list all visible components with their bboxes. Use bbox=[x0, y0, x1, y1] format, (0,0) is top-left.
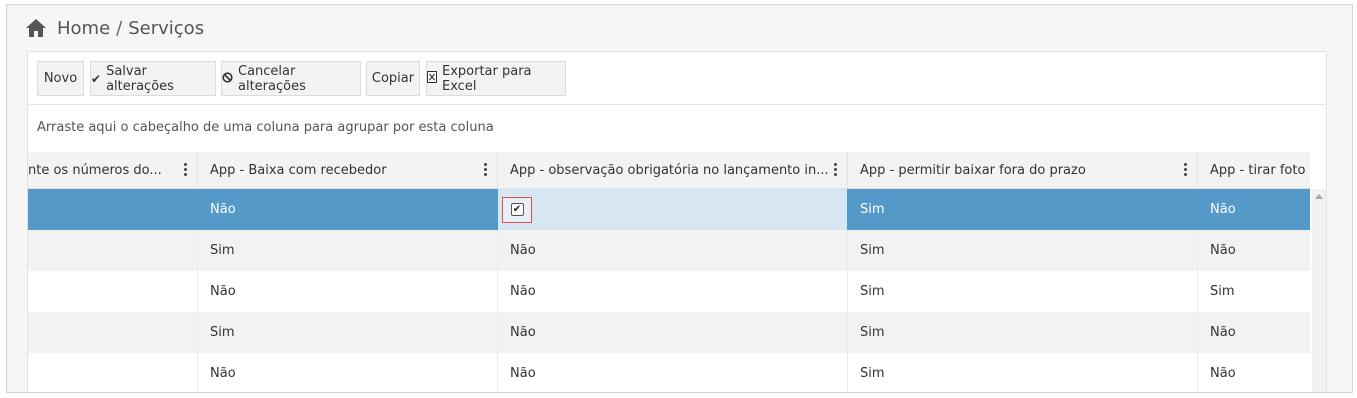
column-header-0[interactable]: nte os números do... bbox=[28, 152, 198, 189]
table-cell[interactable]: Sim bbox=[848, 189, 1198, 230]
breadcrumb-home[interactable]: Home bbox=[57, 18, 110, 39]
check-icon: ✔ bbox=[91, 71, 102, 86]
data-grid: nte os números do... App - Baixa com rec… bbox=[28, 152, 1310, 392]
checkbox-editor[interactable]: ✔ bbox=[502, 196, 532, 223]
table-cell[interactable]: Sim bbox=[848, 353, 1198, 392]
column-menu-icon[interactable] bbox=[1183, 161, 1187, 179]
vertical-scrollbar[interactable] bbox=[1312, 189, 1326, 392]
table-cell[interactable] bbox=[28, 271, 198, 312]
table-cell[interactable]: Sim bbox=[198, 230, 498, 271]
column-header-label: App - tirar foto do bbox=[1210, 162, 1310, 178]
table-cell[interactable]: Não bbox=[198, 271, 498, 312]
scroll-up-arrow-icon[interactable] bbox=[1315, 194, 1323, 199]
table-cell[interactable]: Não bbox=[1198, 230, 1310, 271]
table-cell[interactable]: Não bbox=[498, 312, 848, 353]
column-header-4[interactable]: App - tirar foto do bbox=[1198, 152, 1310, 189]
table-cell[interactable] bbox=[28, 353, 198, 392]
copy-button[interactable]: Copiar bbox=[366, 61, 420, 96]
table-row[interactable]: Sim Não Sim Não bbox=[28, 312, 1310, 353]
breadcrumb: Home / Serviços bbox=[25, 13, 204, 43]
excel-icon bbox=[427, 71, 437, 86]
column-header-3[interactable]: App - permitir baixar fora do prazo bbox=[848, 152, 1198, 189]
table-row[interactable]: Não Não Sim Sim bbox=[28, 271, 1310, 312]
table-cell[interactable]: Sim bbox=[198, 312, 498, 353]
breadcrumb-separator: / bbox=[116, 17, 123, 39]
group-by-drop-zone[interactable]: Arraste aqui o cabeçalho de uma coluna p… bbox=[37, 120, 494, 135]
table-cell[interactable]: Sim bbox=[848, 312, 1198, 353]
save-changes-button[interactable]: ✔ Salvar alterações bbox=[90, 61, 216, 96]
new-button[interactable]: Novo bbox=[37, 61, 84, 96]
column-header-label: nte os números do... bbox=[28, 162, 162, 178]
page-frame: Home / Serviços Novo ✔ Salvar alterações… bbox=[6, 4, 1353, 393]
table-cell[interactable]: Sim bbox=[848, 230, 1198, 271]
table-cell[interactable]: Não bbox=[198, 189, 498, 230]
ban-icon bbox=[222, 71, 233, 86]
export-excel-button[interactable]: Exportar para Excel bbox=[426, 61, 566, 96]
grid-toolbar: Novo ✔ Salvar alterações Cancelar altera… bbox=[28, 52, 1326, 105]
breadcrumb-current: Serviços bbox=[128, 17, 205, 39]
table-row[interactable]: Não Não Sim Não bbox=[28, 353, 1310, 392]
column-header-2[interactable]: App - observação obrigatória no lançamen… bbox=[498, 152, 848, 189]
table-cell[interactable]: Sim bbox=[1198, 271, 1310, 312]
column-menu-icon[interactable] bbox=[183, 161, 187, 179]
column-header-label: App - permitir baixar fora do prazo bbox=[860, 162, 1086, 178]
table-cell[interactable] bbox=[28, 189, 198, 230]
table-cell[interactable] bbox=[28, 230, 198, 271]
column-menu-icon[interactable] bbox=[483, 161, 487, 179]
column-header-label: App - observação obrigatória no lançamen… bbox=[510, 162, 829, 178]
new-button-label: Novo bbox=[43, 71, 78, 86]
table-cell-editing[interactable]: ✔ bbox=[498, 189, 848, 230]
home-icon[interactable] bbox=[25, 18, 47, 38]
save-changes-label: Salvar alterações bbox=[106, 63, 174, 94]
column-menu-icon[interactable] bbox=[833, 161, 837, 179]
export-excel-label: Exportar para Excel bbox=[442, 63, 532, 94]
cancel-changes-button[interactable]: Cancelar alterações bbox=[221, 61, 361, 96]
column-header-1[interactable]: App - Baixa com recebedor bbox=[198, 152, 498, 189]
table-cell[interactable]: Não bbox=[498, 230, 848, 271]
cancel-changes-label: Cancelar alterações bbox=[238, 63, 306, 94]
column-header-label: App - Baixa com recebedor bbox=[210, 162, 387, 178]
table-row-selected[interactable]: Não ✔ Sim Não bbox=[28, 189, 1310, 230]
copy-label: Copiar bbox=[371, 71, 415, 86]
table-row[interactable]: Sim Não Sim Não bbox=[28, 230, 1310, 271]
table-cell[interactable] bbox=[28, 312, 198, 353]
table-cell[interactable]: Não bbox=[498, 271, 848, 312]
table-cell[interactable]: Sim bbox=[848, 271, 1198, 312]
table-cell[interactable]: Não bbox=[1198, 312, 1310, 353]
table-cell[interactable]: Não bbox=[198, 353, 498, 392]
table-cell[interactable]: Não bbox=[498, 353, 848, 392]
checkbox-checked-icon[interactable]: ✔ bbox=[510, 203, 524, 216]
table-cell[interactable]: Não bbox=[1198, 189, 1310, 230]
table-cell[interactable]: Não bbox=[1198, 353, 1310, 392]
grid-panel: Novo ✔ Salvar alterações Cancelar altera… bbox=[27, 51, 1327, 392]
